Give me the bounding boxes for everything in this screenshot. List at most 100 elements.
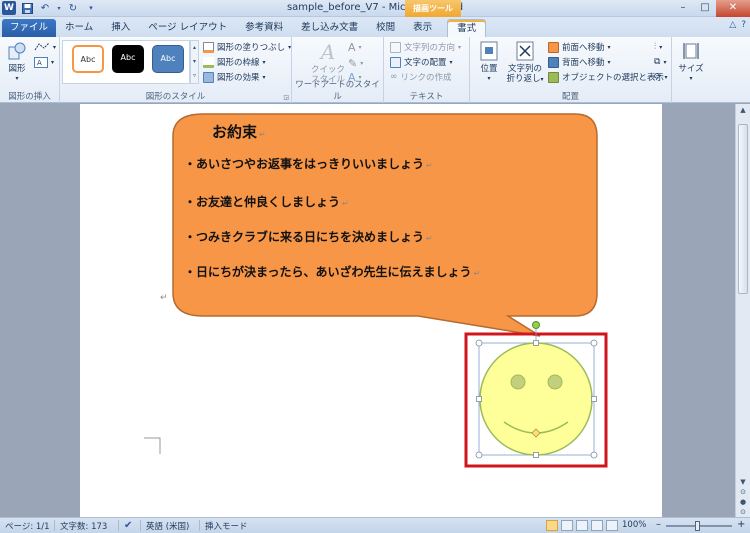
- effects-icon: [203, 71, 214, 83]
- wordart-a-icon: A: [320, 40, 336, 64]
- full-screen-reading-view-button[interactable]: [561, 520, 573, 531]
- zoom-level[interactable]: 100%: [622, 520, 646, 530]
- shape-style-preset-blue[interactable]: Abc: [152, 45, 184, 73]
- group-arrange: 位置 ▾ 文字列の 折り返し▾ 前面へ移動 ▾ 背面へ移動 ▾ オブジェクトの選択と…: [470, 37, 672, 103]
- shape-style-preset-orange[interactable]: Abc: [72, 45, 104, 73]
- pencil-icon: [203, 56, 214, 68]
- size-button[interactable]: サイズ ▾: [676, 40, 706, 84]
- paint-bucket-icon: [203, 41, 214, 53]
- dialog-launcher-icon[interactable]: ◲: [283, 94, 289, 101]
- zoom-in-button[interactable]: +: [737, 519, 745, 530]
- window-controls: – □ ✕: [672, 0, 750, 17]
- outline-view-button[interactable]: [591, 520, 603, 531]
- scroll-up-arrow[interactable]: ▲: [736, 104, 750, 116]
- text-align-button[interactable]: 文字の配置 ▾: [390, 56, 453, 68]
- rotate-handle[interactable]: [532, 321, 540, 329]
- shapes-icon: [6, 40, 28, 62]
- position-button[interactable]: 位置 ▾: [476, 40, 502, 84]
- paragraph-mark: ↵: [160, 293, 168, 303]
- bubble-line-2: ・お友達と仲良くしましょう ↵: [184, 195, 349, 209]
- shape-outline-button[interactable]: 図形の枠線 ▾: [203, 56, 266, 68]
- page-count[interactable]: ページ: 1/1: [5, 520, 50, 532]
- window-title: sample_before_V7 - Microsoft Word: [286, 2, 464, 13]
- align-icon: [390, 56, 401, 68]
- scroll-bottom-controls[interactable]: ▼ ⊙ ● ⊙: [736, 477, 750, 517]
- status-bar: ページ: 1/1 文字数: 173 ✔ 英語 (米国) 挿入モード 100% –…: [0, 517, 750, 533]
- link-icon: ∞: [390, 72, 398, 82]
- zoom-out-button[interactable]: –: [656, 519, 661, 530]
- drawing-tools-context-label: 描画ツール: [405, 0, 461, 17]
- shapes-button[interactable]: 図形 ▾: [4, 40, 30, 84]
- group-objects-icon[interactable]: ⧉ ▾: [654, 56, 666, 68]
- close-button[interactable]: ✕: [716, 0, 750, 17]
- speech-bubble-shape[interactable]: [172, 113, 598, 337]
- word-count[interactable]: 文字数: 173: [60, 520, 107, 532]
- shape-fill-button[interactable]: 図形の塗りつぶし ▾: [203, 41, 291, 53]
- insert-mode-indicator[interactable]: 挿入モード: [205, 520, 248, 532]
- text-direction-button[interactable]: 文字列の方向 ▾: [390, 41, 461, 53]
- ribbon: 図形 ▾ ▾ A ▾ 図形の挿入 Abc Abc Abc ▴ ▾ ▿ 図形の塗りつぶし…: [0, 37, 750, 103]
- smiley-left-eye: [510, 374, 526, 390]
- selection-pane-button[interactable]: オブジェクトの選択と表示: [548, 71, 664, 83]
- size-icon: [680, 40, 702, 62]
- draft-view-button[interactable]: [606, 520, 618, 531]
- title-bar: W ↶ ▾ ↻ ▾ sample_before_V7 - Microsoft W…: [0, 0, 750, 17]
- group-size: サイズ ▾: [672, 37, 710, 103]
- shape-effects-button[interactable]: 図形の効果 ▾: [203, 71, 266, 83]
- group-insert-shapes: 図形 ▾ ▾ A ▾ 図形の挿入: [0, 37, 60, 103]
- tab-insert[interactable]: 挿入: [102, 19, 139, 37]
- wrap-text-button[interactable]: 文字列の 折り返し▾: [506, 40, 544, 85]
- document-area: ↵ お約束 ↵ ・あいさつやお返事をはっきりいいましょう ↵ ・お友達と仲良くし…: [0, 104, 735, 517]
- send-backward-icon: [548, 56, 559, 68]
- selection-pane-icon: [548, 71, 559, 83]
- bring-forward-button[interactable]: 前面へ移動 ▾: [548, 41, 611, 53]
- align-objects-icon[interactable]: ⫶ ▾: [654, 41, 662, 53]
- bubble-line-4: ・日にちが決まったら、あいざわ先生に伝えましょう ↵: [184, 265, 481, 279]
- gallery-scroll[interactable]: ▴ ▾ ▿: [190, 40, 199, 84]
- wrap-text-icon: [514, 40, 536, 62]
- help-icon[interactable]: ?: [741, 20, 746, 30]
- zoom-slider-knob[interactable]: [695, 521, 700, 531]
- margin-corner-mark: [144, 437, 161, 454]
- ribbon-help-controls: △ ?: [729, 20, 746, 30]
- text-fill-icon[interactable]: A ▾: [348, 41, 362, 54]
- group-shape-styles: Abc Abc Abc ▴ ▾ ▿ 図形の塗りつぶし ▾ 図形の枠線 ▾ 図形の効果 ▾ …: [60, 37, 292, 103]
- group-text: 文字列の方向 ▾ 文字の配置 ▾ ∞ リンクの作成 テキスト: [384, 37, 470, 103]
- smiley-right-eye: [547, 374, 563, 390]
- text-outline-icon[interactable]: ✎ ▾: [348, 57, 363, 70]
- tab-home[interactable]: ホーム: [56, 19, 102, 37]
- send-backward-button[interactable]: 背面へ移動 ▾: [548, 56, 611, 68]
- smiley-face-shape[interactable]: [479, 342, 593, 456]
- tab-references[interactable]: 参考資料: [236, 19, 292, 37]
- tab-review[interactable]: 校閲: [367, 19, 404, 37]
- ribbon-tabs: ファイル ホーム 挿入 ページ レイアウト 参考資料 差し込み文書 校閲 表示 …: [0, 17, 750, 37]
- minimize-button[interactable]: –: [672, 0, 694, 17]
- scroll-thumb[interactable]: [738, 124, 748, 294]
- bubble-line-1: ・あいさつやお返事をはっきりいいましょう ↵: [184, 157, 433, 171]
- text-direction-icon: [390, 41, 401, 53]
- tab-page-layout[interactable]: ページ レイアウト: [139, 19, 236, 37]
- document-page[interactable]: ↵ お約束 ↵ ・あいさつやお返事をはっきりいいましょう ↵ ・お友達と仲良くし…: [80, 104, 662, 517]
- print-layout-view-button[interactable]: [546, 520, 558, 531]
- tab-format[interactable]: 書式: [447, 19, 487, 37]
- proofing-icon[interactable]: ✔: [124, 520, 132, 531]
- edit-shape-icon[interactable]: ▾: [34, 41, 56, 53]
- shape-style-preset-black[interactable]: Abc: [112, 45, 144, 73]
- group-wordart-styles: A クイック スタイル A ▾ ✎ ▾ A ▾ ワードアートのスタイル: [292, 37, 384, 103]
- svg-text:A: A: [37, 59, 42, 67]
- tab-view[interactable]: 表示: [404, 19, 441, 37]
- vertical-scrollbar[interactable]: ▲ ▼ ⊙ ● ⊙: [735, 104, 750, 517]
- web-layout-view-button[interactable]: [576, 520, 588, 531]
- textbox-icon[interactable]: A ▾: [34, 56, 54, 68]
- position-icon: [478, 40, 500, 62]
- minimize-ribbon-icon[interactable]: △: [729, 20, 736, 30]
- bubble-line-3: ・つみきクラブに来る日にちを決めましょう ↵: [184, 230, 433, 244]
- tab-mailings[interactable]: 差し込み文書: [292, 19, 367, 37]
- bubble-title: お約束 ↵: [212, 123, 266, 141]
- bring-forward-icon: [548, 41, 559, 53]
- tab-file[interactable]: ファイル: [2, 19, 57, 37]
- rotate-icon[interactable]: ⟳ ▾: [654, 71, 668, 83]
- create-link-button[interactable]: ∞ リンクの作成: [390, 71, 452, 83]
- maximize-button[interactable]: □: [694, 0, 716, 17]
- language-indicator[interactable]: 英語 (米国): [146, 520, 189, 532]
